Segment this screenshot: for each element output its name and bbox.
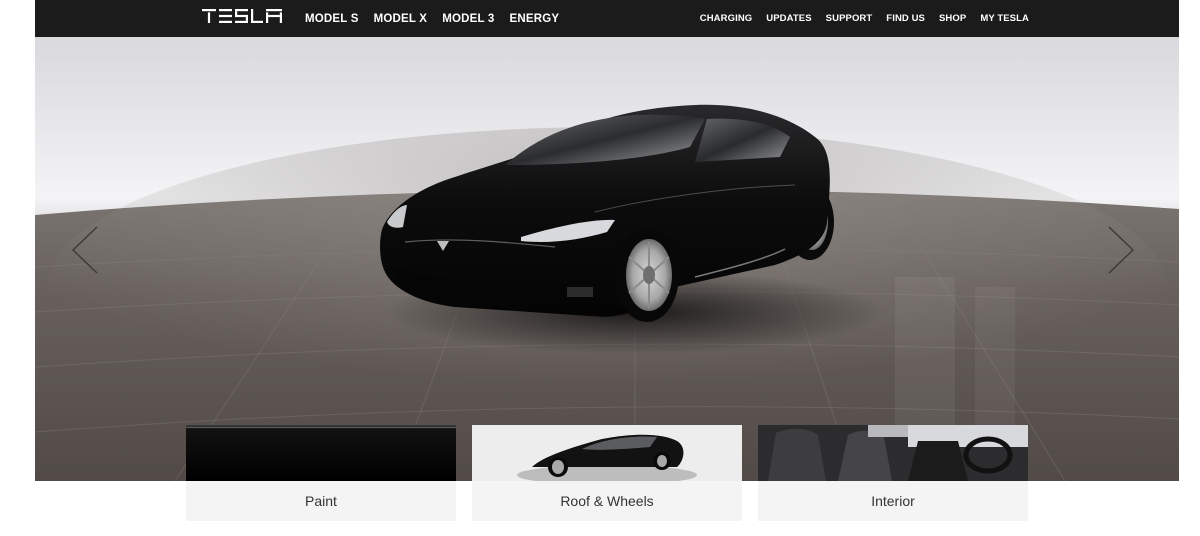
car-hero-viewer[interactable] (35, 37, 1179, 481)
nav-model-3[interactable]: MODEL 3 (442, 13, 494, 25)
nav-shop[interactable]: SHOP (939, 13, 966, 24)
option-label-paint: Paint (305, 493, 337, 509)
option-label-interior: Interior (871, 493, 915, 509)
nav-find-us[interactable]: FIND US (886, 13, 925, 24)
nav-updates[interactable]: UPDATES (766, 13, 811, 24)
nav-charging[interactable]: CHARGING (700, 13, 753, 24)
nav-my-tesla[interactable]: MY TESLA (980, 13, 1029, 24)
configurator-page: MODEL S MODEL X MODEL 3 ENERGY CHARGING … (0, 0, 1200, 536)
roof-wheels-thumbnail-image (472, 425, 742, 481)
paint-swatch-image (186, 425, 456, 481)
chevron-left-icon[interactable] (71, 225, 101, 275)
interior-thumbnail-image (758, 425, 1028, 481)
nav-support[interactable]: SUPPORT (826, 13, 873, 24)
car-render-image (35, 104, 1179, 481)
nav-model-s[interactable]: MODEL S (305, 13, 359, 25)
option-card-roof-wheels[interactable]: Roof & Wheels (472, 425, 742, 521)
primary-nav: MODEL S MODEL X MODEL 3 ENERGY (305, 0, 559, 37)
option-card-paint[interactable]: Paint (186, 425, 456, 521)
nav-energy[interactable]: ENERGY (510, 13, 560, 25)
top-navigation-bar: MODEL S MODEL X MODEL 3 ENERGY CHARGING … (35, 0, 1179, 37)
secondary-nav: CHARGING UPDATES SUPPORT FIND US SHOP MY… (700, 0, 1029, 37)
chevron-right-icon[interactable] (1105, 225, 1135, 275)
nav-model-x[interactable]: MODEL X (374, 13, 428, 25)
option-card-interior[interactable]: Interior (758, 425, 1028, 521)
option-label-roof-wheels: Roof & Wheels (560, 493, 654, 509)
tesla-logo[interactable] (202, 9, 282, 23)
